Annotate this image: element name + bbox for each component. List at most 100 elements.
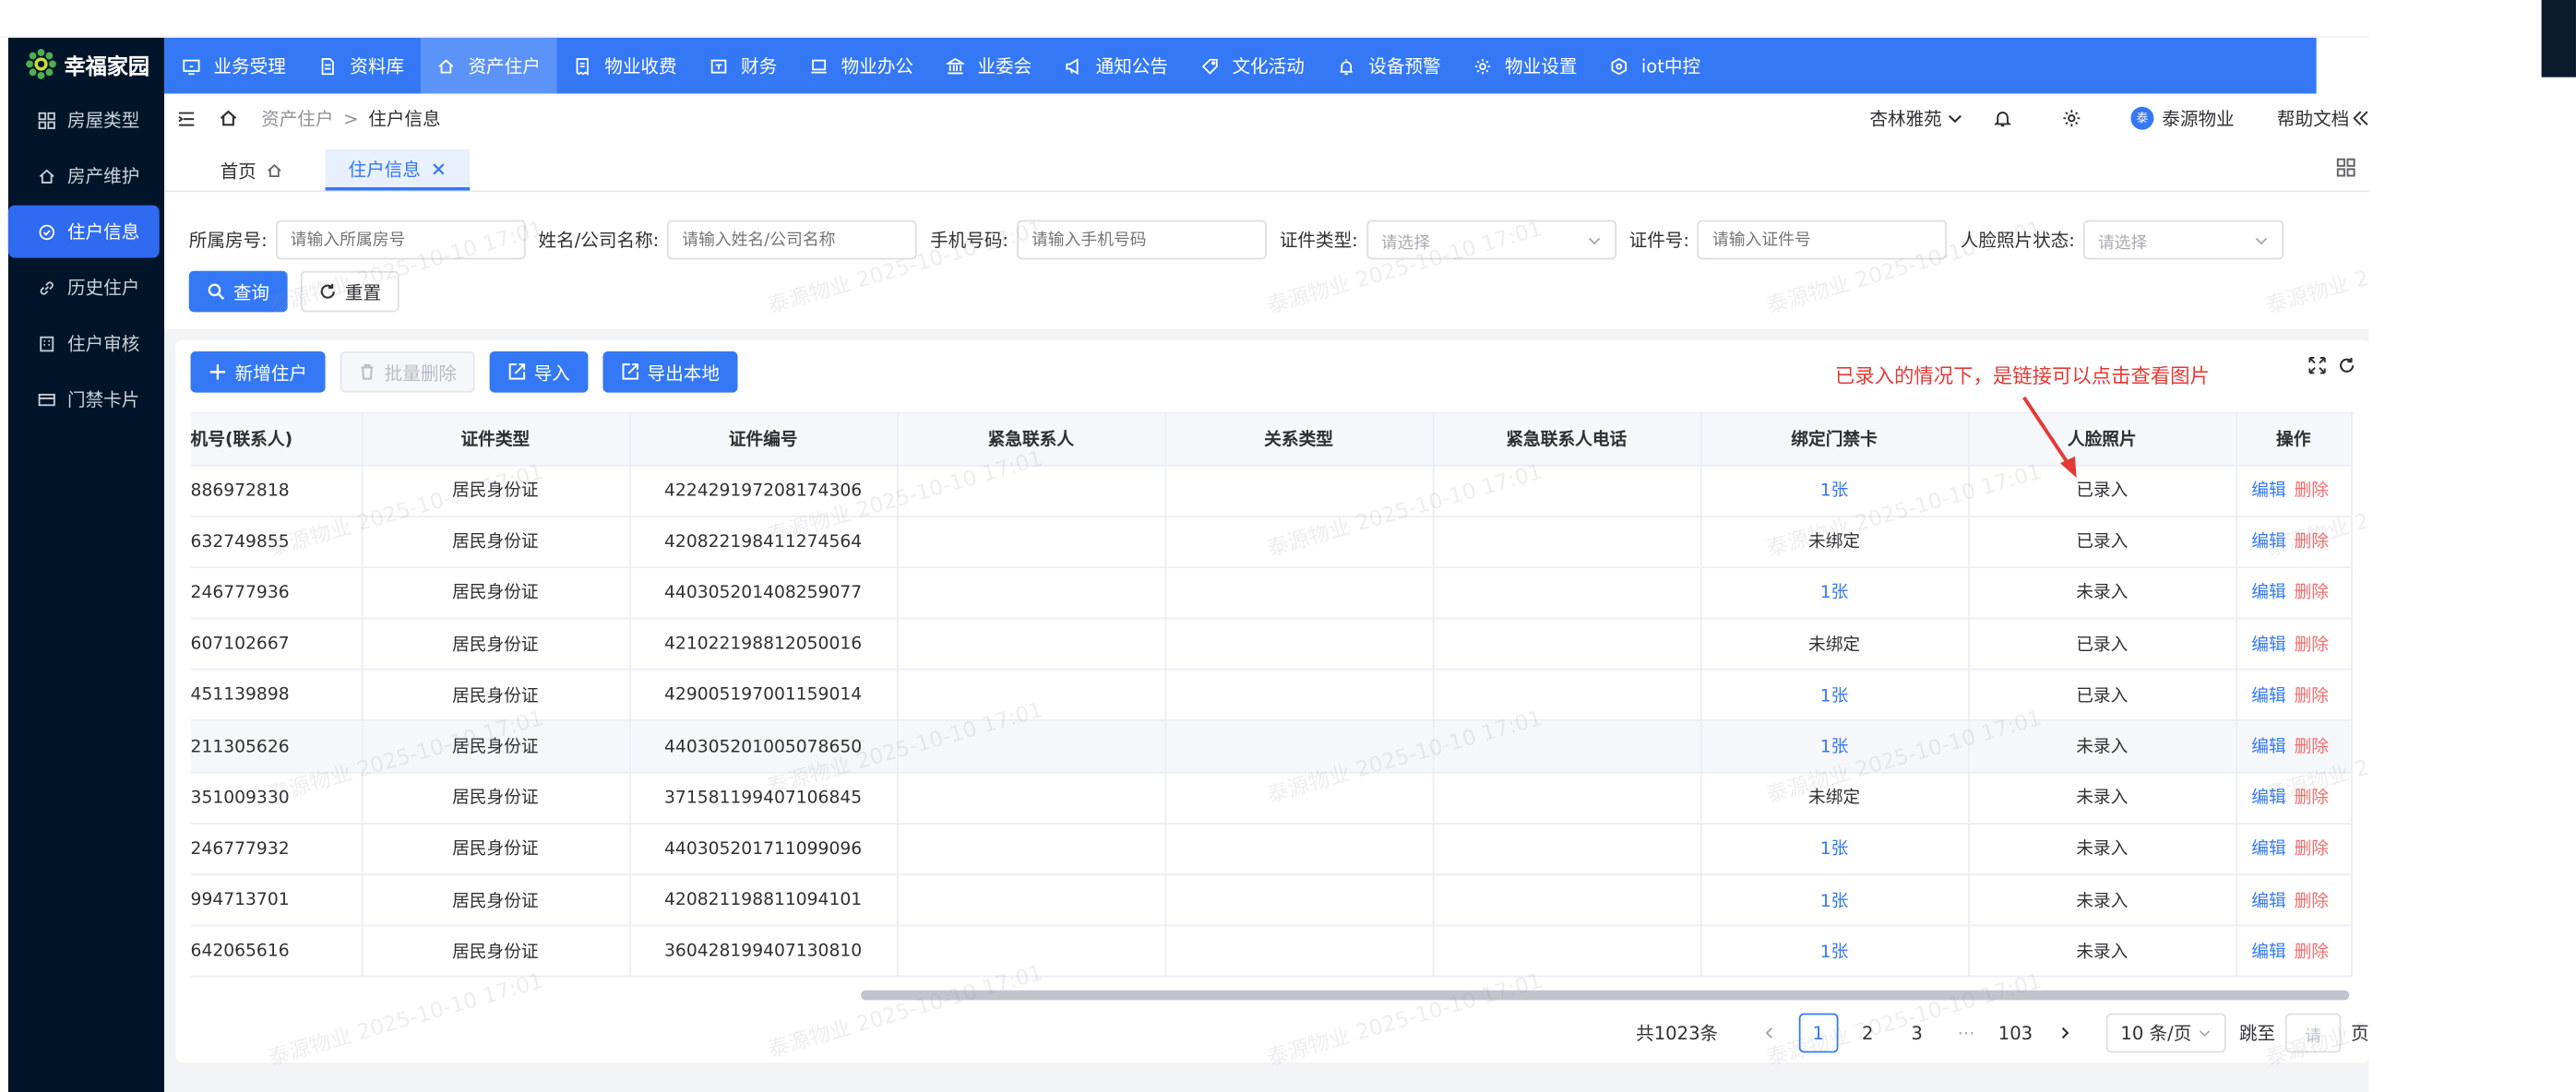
sidebar-item-3[interactable]: 历史住户: [8, 261, 164, 314]
refresh-icon[interactable]: [2338, 356, 2356, 374]
batch-delete-button[interactable]: 批量删除: [340, 351, 475, 393]
edit-button[interactable]: 编辑: [2251, 789, 2285, 808]
add-resident-button[interactable]: 新增住户: [190, 351, 326, 393]
page-2-button[interactable]: 2: [1848, 1014, 1888, 1053]
column-header: 紧急联系人电话: [1432, 413, 1701, 466]
room-input[interactable]: [275, 220, 526, 260]
sidebar-item-4[interactable]: 住户审核: [8, 317, 164, 370]
nav-item-3[interactable]: 物业收费: [557, 38, 694, 94]
nav-item-6[interactable]: 业委会: [930, 38, 1048, 94]
nav-item-11[interactable]: iot中控: [1593, 38, 1717, 94]
edit-button[interactable]: 编辑: [2251, 532, 2285, 552]
edit-button[interactable]: 编辑: [2251, 840, 2285, 860]
emergency-phone-cell: [1432, 670, 1701, 722]
help-docs-link[interactable]: 帮助文档: [2277, 105, 2349, 131]
access-card-value[interactable]: 1张: [1820, 943, 1849, 962]
query-button[interactable]: 查询: [188, 270, 288, 313]
home-icon: [438, 58, 454, 73]
app-logo[interactable]: 幸福家园: [8, 38, 164, 90]
access-card-value[interactable]: 1张: [1820, 584, 1849, 603]
tab-home[interactable]: 首页: [200, 149, 302, 191]
sidebar-item-0[interactable]: 房屋类型: [8, 93, 164, 146]
edit-button[interactable]: 编辑: [2251, 738, 2285, 757]
access-card-value[interactable]: 1张: [1820, 686, 1849, 706]
nav-item-4[interactable]: 财务: [693, 38, 793, 94]
face-photo-cell[interactable]: 已录入: [1968, 618, 2237, 671]
access-card-cell[interactable]: 1张: [1699, 464, 1970, 517]
export-local-button[interactable]: 导出本地: [602, 351, 738, 393]
nav-item-7[interactable]: 通知公告: [1048, 38, 1185, 94]
wallet-icon: [710, 58, 727, 73]
access-card-cell[interactable]: 1张: [1699, 566, 1970, 620]
menu-fold-icon[interactable]: [177, 109, 196, 127]
access-card-value[interactable]: 1张: [1820, 481, 1849, 501]
delete-button[interactable]: 删除: [2295, 943, 2329, 962]
name-input[interactable]: [667, 220, 917, 260]
edit-button[interactable]: 编辑: [2251, 481, 2285, 501]
edit-button[interactable]: 编辑: [2251, 686, 2285, 706]
table-row: 211305626 居民身份证 440305201005078650 1张 未录入 编辑删…: [190, 720, 2352, 774]
sidebar-item-1[interactable]: 房产维护: [8, 149, 164, 202]
nav-item-9[interactable]: 设备预警: [1321, 38, 1458, 94]
nav-item-1[interactable]: 资料库: [303, 38, 421, 94]
face-photo-cell[interactable]: 已录入: [1968, 670, 2237, 722]
user-menu[interactable]: 泰 泰源物业: [2130, 105, 2235, 131]
phone-input[interactable]: [1016, 220, 1267, 260]
delete-button[interactable]: 删除: [2295, 840, 2329, 860]
face-status-select[interactable]: 请选择: [2082, 220, 2284, 260]
import-button[interactable]: 导入: [489, 351, 589, 393]
face-photo-cell[interactable]: 已录入: [1968, 516, 2237, 568]
page-last-button[interactable]: 103: [1996, 1014, 2035, 1053]
delete-button[interactable]: 删除: [2295, 532, 2329, 552]
delete-button[interactable]: 删除: [2295, 789, 2329, 808]
nav-item-8[interactable]: 文化活动: [1185, 38, 1321, 94]
access-card-cell[interactable]: 1张: [1699, 720, 1970, 774]
collapse-left-icon[interactable]: [2353, 110, 2369, 126]
home-icon[interactable]: [219, 109, 238, 128]
next-page-button[interactable]: [2045, 1014, 2084, 1053]
horizontal-scrollbar[interactable]: [191, 990, 2355, 1002]
pagination-ellipsis[interactable]: ···: [1947, 1014, 1986, 1053]
page-3-button[interactable]: 3: [1897, 1014, 1937, 1053]
delete-button[interactable]: 删除: [2295, 686, 2329, 706]
access-card-value[interactable]: 1张: [1820, 840, 1849, 860]
delete-button[interactable]: 删除: [2295, 481, 2329, 501]
prev-page-button[interactable]: [1749, 1014, 1789, 1053]
bell-icon[interactable]: [1993, 109, 2012, 128]
grid-layout-icon[interactable]: [2336, 158, 2355, 177]
page-1-button[interactable]: 1: [1798, 1013, 1839, 1053]
nav-item-0[interactable]: 业务受理: [164, 38, 303, 94]
access-card-value[interactable]: 1张: [1820, 738, 1849, 757]
sidebar-item-5[interactable]: 门禁卡片: [8, 373, 164, 425]
close-icon[interactable]: [431, 160, 447, 177]
page-size-select[interactable]: 10 条/页: [2105, 1013, 2226, 1053]
nav-item-5[interactable]: 物业办公: [793, 38, 930, 94]
scrollbar-thumb[interactable]: [861, 990, 2350, 1001]
phone-cell: 351009330: [190, 772, 363, 825]
cert-no-input[interactable]: [1697, 220, 1948, 260]
nav-item-2[interactable]: 资产住户: [420, 37, 557, 94]
sidebar-item-2[interactable]: 住户信息: [7, 205, 160, 258]
jump-page-input[interactable]: 请: [2284, 1013, 2342, 1053]
access-card-cell[interactable]: 1张: [1699, 874, 1970, 927]
edit-button[interactable]: 编辑: [2251, 584, 2285, 603]
nav-item-10[interactable]: 物业设置: [1457, 38, 1593, 94]
delete-button[interactable]: 删除: [2295, 584, 2329, 603]
breadcrumb-parent[interactable]: 资产住户: [261, 105, 333, 131]
access-card-cell[interactable]: 1张: [1699, 670, 1970, 722]
community-selector[interactable]: 杏林雅苑: [1869, 105, 1962, 131]
delete-button[interactable]: 删除: [2295, 738, 2329, 757]
cert-type-select[interactable]: 请选择: [1366, 220, 1616, 260]
reset-button[interactable]: 重置: [300, 270, 400, 313]
edit-button[interactable]: 编辑: [2251, 891, 2285, 910]
tab-resident-info[interactable]: 住户信息: [325, 149, 471, 191]
edit-button[interactable]: 编辑: [2251, 635, 2285, 654]
access-card-cell[interactable]: 1张: [1699, 823, 1970, 876]
gear-icon[interactable]: [2062, 109, 2081, 128]
edit-button[interactable]: 编辑: [2251, 943, 2285, 962]
access-card-cell[interactable]: 1张: [1699, 925, 1970, 979]
delete-button[interactable]: 删除: [2295, 891, 2329, 910]
delete-button[interactable]: 删除: [2295, 635, 2329, 654]
access-card-value[interactable]: 1张: [1820, 891, 1849, 910]
fullscreen-icon[interactable]: [2308, 356, 2327, 374]
